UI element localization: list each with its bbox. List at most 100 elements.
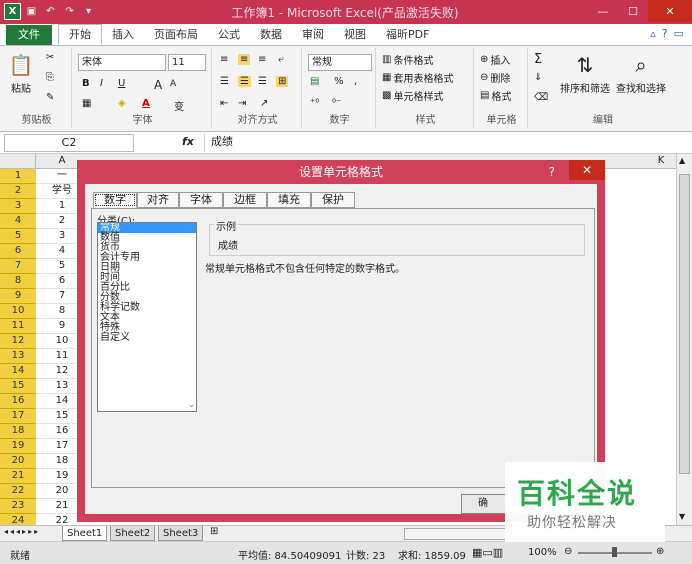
tab-file[interactable]: 文件 bbox=[6, 25, 52, 45]
row-header[interactable]: 13 bbox=[0, 349, 36, 364]
sheet-nav-icon[interactable]: ◂◂◂▸▸▸ bbox=[4, 527, 40, 536]
undo-icon[interactable]: ↶ bbox=[42, 3, 59, 20]
find-select-button[interactable]: ⌕ 查找和选择 bbox=[616, 52, 666, 95]
row-header[interactable]: 5 bbox=[0, 229, 36, 244]
tab-home[interactable]: 开始 bbox=[58, 24, 102, 45]
dialog-tab-fill[interactable]: 填充 bbox=[267, 192, 311, 208]
row-header[interactable]: 2 bbox=[0, 184, 36, 199]
italic-button[interactable]: I bbox=[100, 78, 103, 89]
tab-data[interactable]: 数据 bbox=[250, 25, 292, 45]
comma-button[interactable]: , bbox=[354, 76, 357, 87]
decrease-decimal-icon[interactable]: ⁰⁻ bbox=[332, 98, 341, 109]
new-sheet-icon[interactable]: ⊞ bbox=[210, 526, 218, 537]
dialog-close-button[interactable]: ✕ bbox=[569, 160, 605, 180]
row-header[interactable]: 7 bbox=[0, 259, 36, 274]
sheet-tab-3[interactable]: Sheet3 bbox=[158, 526, 204, 541]
sort-filter-button[interactable]: ⇅ 排序和筛选 bbox=[560, 52, 610, 95]
font-name-select[interactable]: 宋体 bbox=[78, 54, 166, 71]
row-header[interactable]: 4 bbox=[0, 214, 36, 229]
align-center-icon[interactable]: ☰ bbox=[238, 76, 251, 87]
font-color-icon[interactable]: A bbox=[142, 98, 150, 109]
dialog-tab-alignment[interactable]: 对齐 bbox=[137, 192, 179, 208]
insert-function-button[interactable]: fx bbox=[182, 135, 194, 148]
list-scroll-down-icon[interactable]: ⌄ bbox=[188, 400, 195, 409]
dialog-help-button[interactable]: ? bbox=[549, 160, 555, 184]
decrease-indent-icon[interactable]: ⇤ bbox=[220, 98, 228, 109]
row-header[interactable]: 18 bbox=[0, 424, 36, 439]
scroll-down-icon[interactable]: ▼ bbox=[679, 512, 685, 521]
dialog-tab-border[interactable]: 边框 bbox=[223, 192, 267, 208]
merge-center-icon[interactable]: ⊞ bbox=[276, 76, 289, 87]
category-item[interactable]: 自定义 bbox=[98, 333, 196, 343]
number-format-select[interactable]: 常规 bbox=[308, 54, 372, 71]
dialog-tab-number[interactable]: 数字 bbox=[93, 192, 137, 208]
zoom-level[interactable]: 100% bbox=[528, 547, 557, 558]
view-buttons-icon[interactable]: ▦▭▥ bbox=[472, 546, 503, 559]
paste-button[interactable]: 📋 粘贴 bbox=[8, 52, 34, 95]
row-header[interactable]: 20 bbox=[0, 454, 36, 469]
redo-icon[interactable]: ↷ bbox=[61, 3, 78, 20]
row-header[interactable]: 3 bbox=[0, 199, 36, 214]
tab-insert[interactable]: 插入 bbox=[102, 25, 144, 45]
dialog-tab-font[interactable]: 字体 bbox=[179, 192, 223, 208]
formula-input[interactable]: 成绩 bbox=[204, 134, 674, 152]
select-all-corner[interactable] bbox=[0, 154, 36, 169]
grow-font-button[interactable]: A bbox=[154, 78, 162, 92]
sheet-tab-2[interactable]: Sheet2 bbox=[110, 526, 156, 541]
row-header[interactable]: 8 bbox=[0, 274, 36, 289]
row-header[interactable]: 6 bbox=[0, 244, 36, 259]
cut-icon[interactable]: ✂ bbox=[46, 52, 54, 63]
fill-color-icon[interactable]: ◈ bbox=[118, 98, 126, 109]
scroll-thumb[interactable] bbox=[679, 174, 690, 474]
row-header[interactable]: 10 bbox=[0, 304, 36, 319]
font-size-select[interactable]: 11 bbox=[168, 54, 206, 71]
ribbon-minimize-icon[interactable]: ▭ bbox=[674, 27, 684, 40]
row-header[interactable]: 17 bbox=[0, 409, 36, 424]
row-header[interactable]: 23 bbox=[0, 499, 36, 514]
row-header[interactable]: 19 bbox=[0, 439, 36, 454]
close-window-button[interactable]: ✕ bbox=[648, 0, 692, 22]
conditional-format-button[interactable]: ▥ 条件格式 bbox=[382, 52, 433, 67]
minimize-button[interactable]: — bbox=[588, 0, 618, 22]
autosum-button[interactable]: Σ bbox=[534, 52, 542, 67]
align-left-icon[interactable]: ☰ bbox=[220, 76, 229, 87]
row-header[interactable]: 12 bbox=[0, 334, 36, 349]
bold-button[interactable]: B bbox=[82, 78, 90, 89]
help-icon[interactable]: ? bbox=[662, 27, 668, 40]
zoom-in-icon[interactable]: ⊕ bbox=[656, 546, 664, 557]
delete-cells-button[interactable]: ⊖ 删除 bbox=[480, 70, 510, 85]
excel-logo-icon[interactable]: X bbox=[4, 3, 21, 20]
row-header[interactable]: 16 bbox=[0, 394, 36, 409]
row-header[interactable]: 11 bbox=[0, 319, 36, 334]
increase-indent-icon[interactable]: ⇥ bbox=[238, 98, 246, 109]
tab-page-layout[interactable]: 页面布局 bbox=[144, 25, 208, 45]
orientation-icon[interactable]: ↗ bbox=[260, 98, 268, 109]
align-middle-icon[interactable]: ≡ bbox=[238, 54, 251, 65]
category-list[interactable]: 常规 数值 货币 会计专用 日期 时间 百分比 分数 科学记数 文本 特殊 自定… bbox=[97, 222, 197, 412]
row-header[interactable]: 22 bbox=[0, 484, 36, 499]
format-as-table-button[interactable]: ▦ 套用表格格式 bbox=[382, 70, 453, 85]
align-top-icon[interactable]: ≡ bbox=[220, 54, 228, 65]
clear-icon[interactable]: ⌫ bbox=[534, 92, 548, 103]
borders-icon[interactable]: ▦ bbox=[82, 98, 91, 109]
align-bottom-icon[interactable]: ≡ bbox=[258, 54, 266, 65]
wrap-text-icon[interactable]: ⤶ bbox=[278, 54, 284, 65]
increase-decimal-icon[interactable]: ⁺⁰ bbox=[310, 98, 319, 109]
insert-cells-button[interactable]: ⊕ 插入 bbox=[480, 52, 510, 67]
column-header-k[interactable]: K bbox=[648, 154, 674, 168]
shrink-font-button[interactable]: A bbox=[170, 79, 176, 89]
dialog-tab-protection[interactable]: 保护 bbox=[311, 192, 355, 208]
row-header[interactable]: 1 bbox=[0, 169, 36, 184]
row-header[interactable]: 15 bbox=[0, 379, 36, 394]
maximize-button[interactable]: ☐ bbox=[618, 0, 648, 22]
accounting-format-icon[interactable]: ▤ bbox=[310, 76, 319, 87]
name-box[interactable]: C2 bbox=[4, 134, 134, 152]
tab-review[interactable]: 审阅 bbox=[292, 25, 334, 45]
row-header[interactable]: 9 bbox=[0, 289, 36, 304]
row-header[interactable]: 21 bbox=[0, 469, 36, 484]
align-right-icon[interactable]: ☰ bbox=[258, 76, 267, 87]
row-header[interactable]: 14 bbox=[0, 364, 36, 379]
percent-button[interactable]: % bbox=[334, 76, 344, 87]
tab-view[interactable]: 视图 bbox=[334, 25, 376, 45]
tab-foxit-pdf[interactable]: 福昕PDF bbox=[376, 25, 439, 45]
